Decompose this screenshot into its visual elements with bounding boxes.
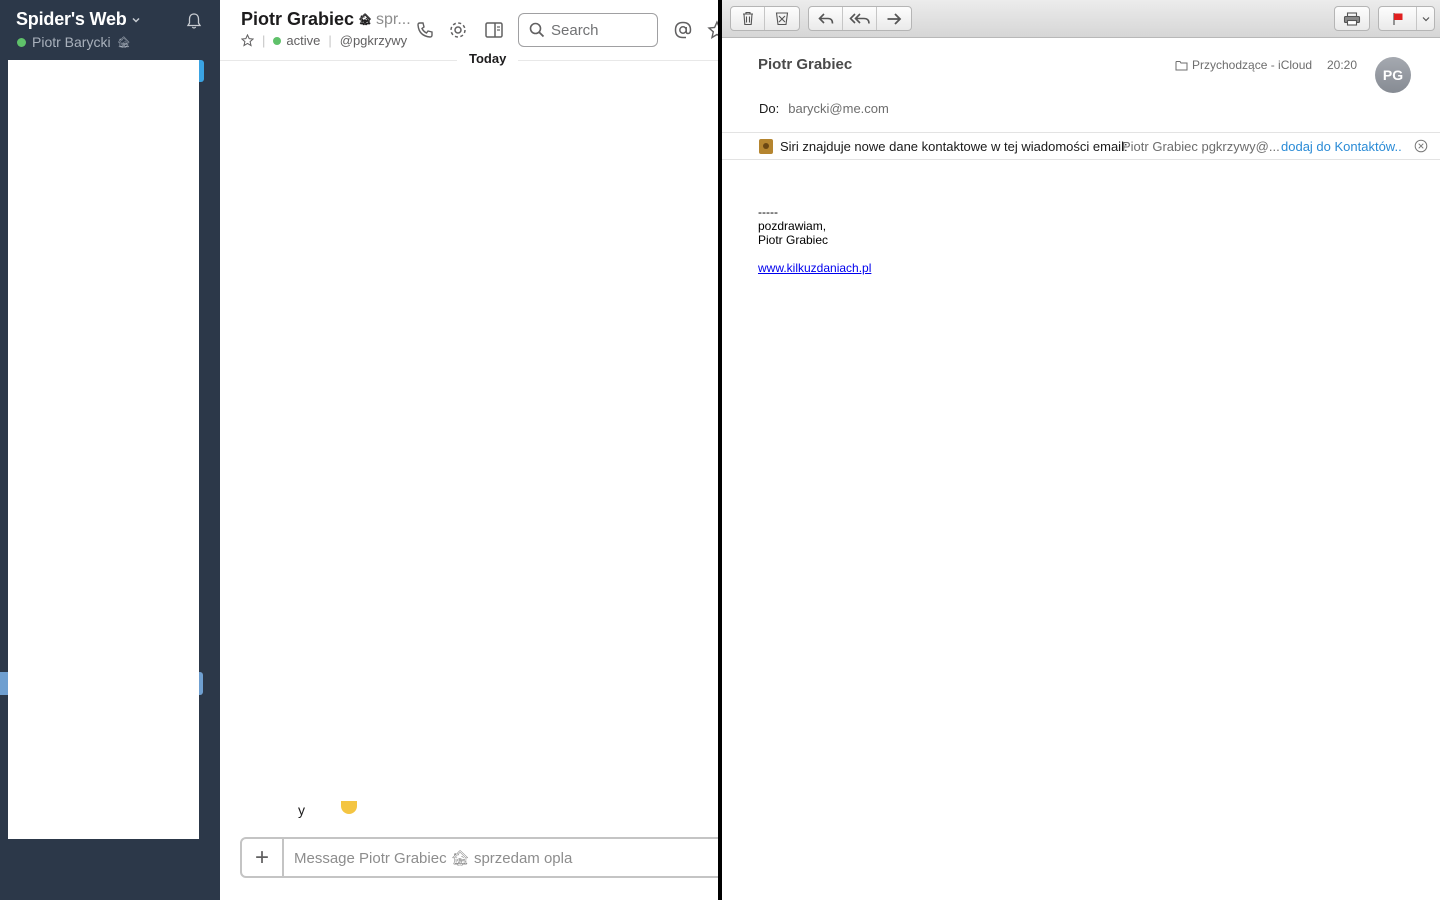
star-icon[interactable]	[707, 20, 718, 40]
search-placeholder: Search	[551, 21, 599, 39]
slack-channel: Piotr Grabiec 🏚 spr... | active | @pgkrz…	[220, 0, 718, 900]
gear-icon[interactable]	[448, 20, 468, 40]
slack-sidebar: Spider's Web Piotr Barycki 🏚	[0, 0, 220, 900]
to-label: Do:	[759, 101, 780, 116]
print-button[interactable]	[1335, 7, 1369, 30]
chevron-down-icon	[132, 17, 140, 23]
signature-separator: -----	[758, 205, 778, 219]
separator: |	[262, 33, 266, 48]
trash-icon	[742, 11, 753, 26]
reply-group	[808, 6, 912, 31]
junk-icon	[775, 12, 789, 26]
search-input[interactable]: Search	[518, 13, 658, 47]
flag-button[interactable]	[1379, 7, 1417, 30]
add-to-contacts-link[interactable]: dodaj do Kontaktów..	[1281, 139, 1402, 154]
attach-button[interactable]: +	[242, 839, 284, 876]
day-divider: Today	[457, 51, 519, 66]
close-icon[interactable]	[1414, 139, 1428, 153]
mail-toolbar	[722, 0, 1440, 38]
sidebar-channel-list-cover	[8, 672, 199, 695]
presence-dot	[273, 36, 282, 45]
recipient-address[interactable]: barycki@me.com	[788, 101, 889, 116]
forward-icon	[887, 12, 902, 25]
contacts-book-icon	[759, 139, 773, 154]
mail-viewer: Piotr Grabiec Przychodzące - iCloud 20:2…	[722, 0, 1440, 900]
message-composer[interactable]: + Message Piotr Grabiec 🏚 sprzedam opla	[240, 837, 718, 878]
star-icon[interactable]	[241, 34, 254, 47]
suggested-contact: Piotr Grabiec pgkrzywy@...	[1122, 139, 1280, 154]
desktop: Spider's Web Piotr Barycki 🏚 Piotr Grabi…	[0, 0, 1440, 900]
message-body: ----- pozdrawiam, Piotr Grabiec	[758, 205, 828, 247]
channel-status: spr...	[376, 10, 411, 28]
recipient-row: Do: barycki@me.com	[759, 101, 889, 116]
smile-emoji-icon	[341, 801, 357, 814]
flag-menu-button[interactable]	[1417, 7, 1434, 30]
reply-button[interactable]	[809, 7, 843, 30]
channel-meta: | active | @pgkrzywy	[241, 33, 407, 48]
folder-icon	[1175, 60, 1188, 70]
mailbox-name: Przychodzące - iCloud	[1192, 58, 1313, 72]
team-name: Spider's Web	[16, 9, 127, 29]
flag-group	[1378, 6, 1435, 31]
house-emoji-icon: 🏚	[116, 36, 131, 49]
reply-all-icon	[848, 12, 870, 24]
unread-indicator-top[interactable]	[199, 60, 204, 82]
phone-icon[interactable]	[415, 20, 435, 40]
siri-banner-text: Siri znajduje nowe dane kontaktowe w tej…	[780, 139, 1128, 154]
print-group	[1334, 6, 1370, 31]
signature-greeting: pozdrawiam,	[758, 219, 827, 233]
current-user[interactable]: Piotr Barycki 🏚	[17, 34, 131, 50]
at-icon[interactable]	[673, 20, 693, 40]
separator: |	[328, 33, 332, 48]
search-icon	[529, 22, 545, 38]
sidebar-channel-list	[8, 60, 199, 839]
channel-name: Piotr Grabiec	[241, 9, 355, 29]
partial-message: y	[298, 802, 305, 818]
current-user-name: Piotr Barycki	[32, 34, 111, 50]
junk-button[interactable]	[765, 7, 799, 30]
delete-button[interactable]	[731, 7, 765, 30]
presence-status: active	[286, 33, 321, 48]
presence-dot	[17, 37, 26, 47]
delete-group	[730, 6, 800, 31]
reply-icon	[817, 12, 833, 24]
user-handle: @pgkrzywy	[339, 33, 408, 48]
website-link[interactable]: www.kilkuzdaniach.pl	[758, 261, 871, 275]
forward-button[interactable]	[877, 7, 911, 30]
reply-all-button[interactable]	[843, 7, 877, 30]
sidebar-toggle-icon[interactable]	[484, 20, 504, 40]
sender-avatar: PG	[1375, 57, 1411, 93]
message-time: 20:20	[1327, 58, 1358, 72]
print-icon	[1343, 11, 1361, 26]
team-switcher[interactable]: Spider's Web	[16, 9, 141, 30]
bell-icon[interactable]	[185, 12, 203, 30]
house-emoji-icon: 🏚	[358, 14, 373, 26]
siri-suggestion-banner: Siri znajduje nowe dane kontaktowe w tej…	[722, 132, 1440, 160]
composer-placeholder: Message Piotr Grabiec 🏚 sprzedam opla	[294, 850, 573, 867]
flag-icon	[1392, 12, 1402, 25]
channel-header-title[interactable]: Piotr Grabiec 🏚 spr...	[241, 9, 411, 30]
signature-name: Piotr Grabiec	[758, 233, 829, 247]
mailbox-label[interactable]: Przychodzące - iCloud	[1175, 58, 1312, 72]
sender-name[interactable]: Piotr Grabiec	[758, 56, 852, 73]
chevron-down-icon	[1422, 16, 1429, 21]
